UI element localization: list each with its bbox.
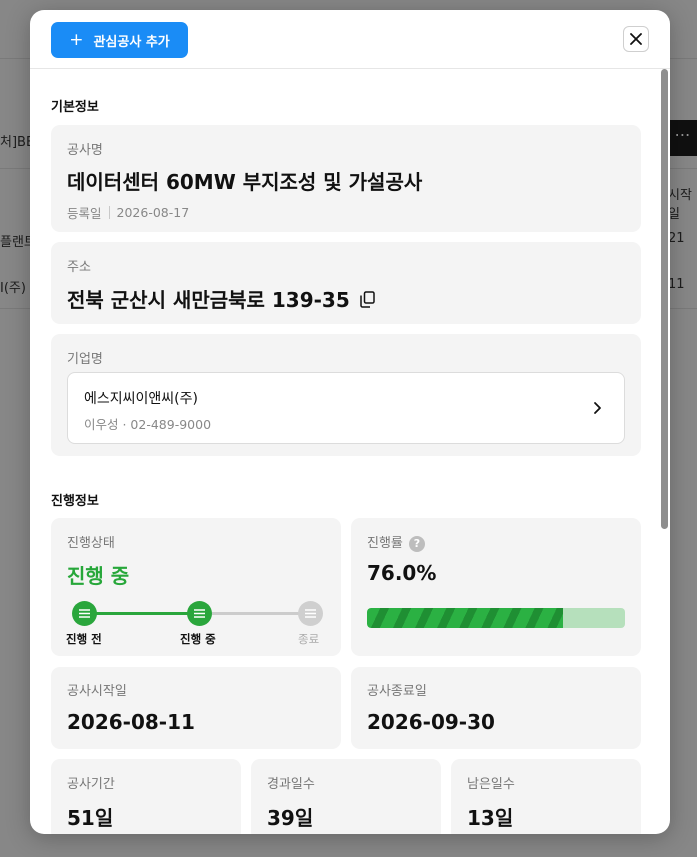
project-detail-modal: + 관심공사 추가 기본정보 공사명 데이터센터 60MW 부지조성 및 가설공… [30, 10, 670, 834]
remaining-card: 남은일수 13일 [451, 759, 641, 834]
elapsed-value: 39일 [267, 806, 314, 830]
chevron-right-icon [594, 402, 601, 414]
plus-icon: + [69, 29, 84, 50]
step-icon [305, 609, 316, 618]
section-title-progress: 진행정보 [51, 494, 99, 509]
project-name-label: 공사명 [67, 143, 103, 158]
modal-body: 기본정보 공사명 데이터센터 60MW 부지조성 및 가설공사 등록일 2026… [30, 69, 670, 834]
rate-label: 진행률 [367, 536, 403, 551]
start-date-value: 2026-08-11 [67, 710, 195, 734]
address-label: 주소 [67, 260, 91, 275]
address-card: 주소 전북 군산시 새만금북로 139-35 [51, 242, 641, 324]
company-contact: 이우성 · 02-489-9000 [84, 417, 212, 432]
address-value: 전북 군산시 새만금북로 139-35 [67, 288, 350, 312]
copy-icon[interactable] [360, 291, 375, 308]
step-icon [79, 609, 90, 618]
registered-meta: 등록일 2026-08-17 [67, 203, 189, 222]
project-name: 데이터센터 60MW 부지조성 및 가설공사 [67, 170, 423, 194]
company-label: 기업명 [67, 352, 103, 367]
address-row: 전북 군산시 새만금북로 139-35 [67, 284, 375, 313]
period-value: 51일 [67, 806, 114, 830]
step-dot-done [298, 601, 323, 626]
rate-value: 76.0% [367, 561, 437, 585]
end-date-card: 공사종료일 2026-09-30 [351, 667, 641, 749]
company-link[interactable]: 에스지씨이앤씨(주) 이우성 · 02-489-9000 [67, 372, 625, 444]
scrollbar[interactable] [661, 69, 668, 529]
progress-bar-fill [367, 608, 564, 628]
section-title-basic: 기본정보 [51, 100, 99, 115]
help-icon[interactable]: ? [408, 535, 425, 552]
remaining-value: 13일 [467, 806, 514, 830]
period-label: 공사기간 [67, 777, 115, 792]
step-label-in-progress: 진행 중 [180, 632, 216, 646]
status-value: 진행 중 [67, 564, 130, 588]
registered-label: 등록일 [67, 206, 102, 221]
company-name: 에스지씨이앤씨(주) [84, 391, 198, 407]
step-dot-in-progress [187, 601, 212, 626]
status-stepper: 진행 전 진행 중 종료 [51, 600, 341, 660]
start-date-label: 공사시작일 [67, 684, 127, 699]
rate-label-row: 진행률? [367, 532, 425, 552]
status-card: 진행상태 진행 중 진행 전 진행 중 종료 [51, 518, 341, 656]
end-date-label: 공사종료일 [367, 684, 427, 699]
period-card: 공사기간 51일 [51, 759, 241, 834]
end-date-value: 2026-09-30 [367, 710, 495, 734]
registered-date: 2026-08-17 [116, 205, 190, 220]
company-card: 기업명 에스지씨이앤씨(주) 이우성 · 02-489-9000 [51, 334, 641, 456]
add-watchlist-button[interactable]: + 관심공사 추가 [51, 22, 188, 58]
progress-bar [367, 608, 625, 628]
meta-divider [108, 206, 110, 219]
elapsed-label: 경과일수 [267, 777, 315, 792]
start-date-card: 공사시작일 2026-08-11 [51, 667, 341, 749]
project-name-card: 공사명 데이터센터 60MW 부지조성 및 가설공사 등록일 2026-08-1… [51, 125, 641, 232]
modal-header: + 관심공사 추가 [30, 10, 670, 69]
status-label: 진행상태 [67, 536, 115, 551]
add-watchlist-label: 관심공사 추가 [93, 34, 170, 50]
remaining-label: 남은일수 [467, 777, 515, 792]
step-label-before: 진행 전 [66, 632, 102, 646]
elapsed-card: 경과일수 39일 [251, 759, 441, 834]
rate-card: 진행률? 76.0% [351, 518, 641, 656]
close-button[interactable] [623, 26, 649, 52]
step-dot-before [72, 601, 97, 626]
step-label-done: 종료 [298, 632, 320, 646]
close-icon [630, 33, 642, 45]
step-icon [194, 609, 205, 618]
step-line-done [84, 612, 200, 615]
